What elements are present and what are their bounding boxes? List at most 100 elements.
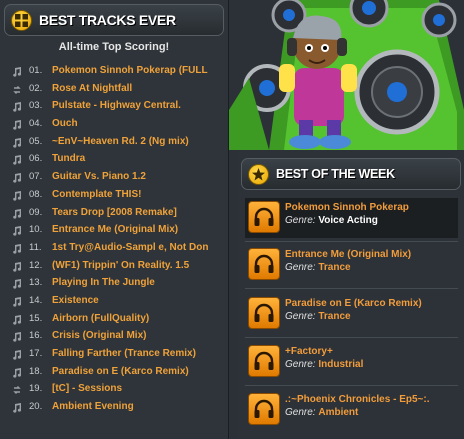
music-note-icon [12,208,22,219]
music-note-icon [12,261,22,272]
divider [245,337,458,338]
music-note-icon [12,331,22,342]
best-of-week-title: BEST OF THE WEEK [276,167,395,181]
music-note-icon [12,243,22,254]
track-row[interactable]: 10. Entrance Me (Original Mix) [0,221,228,239]
track-row[interactable]: 17. Falling Farther (Trance Remix) [0,345,228,363]
week-track-title[interactable]: .:~Phoenix Chronicles - Ep5~:. [285,394,429,405]
track-rank: 07. [29,171,43,183]
headphones-icon [248,345,280,377]
music-note-icon [12,172,22,183]
best-tracks-subtitle: All-time Top Scoring! [58,41,170,53]
music-note-icon [12,137,22,148]
track-name-link[interactable]: Rose At Nightfall [52,80,218,98]
track-row[interactable]: 12. (WF1) Trippin' On Reality. 1.5 [0,257,228,275]
genre-label: Genre: [285,359,316,370]
music-note-icon [12,349,22,360]
genre-value: Trance [318,262,351,273]
track-name-link[interactable]: Tears Drop [2008 Remake] [52,204,218,222]
track-rank: 16. [29,330,43,342]
track-row[interactable]: 01. Pokemon Sinnoh Pokerap (FULL [0,62,228,80]
divider [245,385,458,386]
best-tracks-header: BEST TRACKS EVER [4,4,224,36]
divider [245,241,458,242]
divider [245,288,458,289]
genre-label: Genre: [285,215,316,226]
week-track-title[interactable]: Paradise on E (Karco Remix) [285,298,422,309]
genre-value: Industrial [318,359,364,370]
music-note-icon [12,314,22,325]
genre-label: Genre: [285,311,316,322]
track-row[interactable]: 16. Crisis (Original Mix) [0,327,228,345]
track-row[interactable]: 03. Pulstate - Highway Central. [0,97,228,115]
track-row[interactable]: 04. Ouch [0,115,228,133]
headphones-icon [248,201,280,233]
best-of-week-panel: BEST OF THE WEEK Pokemon Sinnoh Pokerap G… [237,150,464,439]
track-name-link[interactable]: Ambient Evening [52,398,218,416]
track-name-link[interactable]: Pulstate - Highway Central. [52,97,218,115]
track-name-link[interactable]: Entrance Me (Original Mix) [52,221,218,239]
music-note-icon [12,101,22,112]
track-row[interactable]: 13. Playing In The Jungle [0,274,228,292]
track-row[interactable]: 20. Ambient Evening [0,398,228,416]
track-name-link[interactable]: Playing In The Jungle [52,274,218,292]
track-name-link[interactable]: (WF1) Trippin' On Reality. 1.5 [52,257,218,275]
track-name-link[interactable]: Guitar Vs. Piano 1.2 [52,168,218,186]
music-note-icon [12,119,22,130]
track-name-link[interactable]: Pokemon Sinnoh Pokerap (FULL [52,62,218,80]
track-row[interactable]: 09. Tears Drop [2008 Remake] [0,204,228,222]
week-item[interactable]: Paradise on E (Karco Remix) Genre: Trance [245,294,458,334]
week-track-title[interactable]: Pokemon Sinnoh Pokerap [285,202,409,213]
track-row[interactable]: 06. Tundra [0,150,228,168]
loop-icon [12,384,22,395]
grid-icon [11,10,32,31]
track-name-link[interactable]: Contemplate THIS! [52,186,218,204]
track-row[interactable]: 07. Guitar Vs. Piano 1.2 [0,168,228,186]
track-rank: 12. [29,259,43,271]
track-name-link[interactable]: Ouch [52,115,218,133]
track-row[interactable]: 05. ~EnV~Heaven Rd. 2 (Ng mix) [0,133,228,151]
track-name-link[interactable]: Existence [52,292,218,310]
track-row[interactable]: 08. Contemplate THIS! [0,186,228,204]
music-note-icon [12,66,22,77]
track-rank: 13. [29,277,43,289]
week-track-title[interactable]: Entrance Me (Original Mix) [285,249,411,260]
track-row[interactable]: 15. Airborn (FullQuality) [0,310,228,328]
genre-label: Genre: [285,262,316,273]
track-rank: 04. [29,118,43,130]
music-note-icon [12,402,22,413]
best-of-week-header: BEST OF THE WEEK [241,158,461,190]
week-track-genre: Genre: Trance [285,311,351,322]
week-item[interactable]: .:~Phoenix Chronicles - Ep5~:. Genre: Amb… [245,390,458,430]
track-name-link[interactable]: Airborn (FullQuality) [52,310,218,328]
track-row[interactable]: 19. [tC] - Sessions [0,380,228,398]
track-list: 01. Pokemon Sinnoh Pokerap (FULL 02. Rose A… [0,62,228,416]
track-name-link[interactable]: Falling Farther (Trance Remix) [52,345,218,363]
track-name-link[interactable]: ~EnV~Heaven Rd. 2 (Ng mix) [52,133,218,151]
track-rank: 03. [29,100,43,112]
music-note-icon [12,225,22,236]
best-tracks-title: BEST TRACKS EVER [39,12,176,28]
music-note-icon [12,154,22,166]
loop-icon [12,84,22,94]
track-row[interactable]: 11. 1st Try@Audio-Sampl e, Not Don [0,239,228,257]
track-name-link[interactable]: 1st Try@Audio-Sampl e, Not Don [52,239,218,257]
week-track-title[interactable]: +Factory+ [285,346,333,357]
track-name-link[interactable]: Crisis (Original Mix) [52,327,218,345]
track-rank: 18. [29,365,43,377]
week-item[interactable]: Entrance Me (Original Mix) Genre: Trance [245,245,458,285]
track-row[interactable]: 14. Existence [0,292,228,310]
track-rank: 08. [29,188,43,200]
track-name-link[interactable]: Tundra [52,150,218,168]
headphones-icon [248,297,280,329]
music-note-icon [12,190,22,201]
week-track-genre: Genre: Voice Acting [285,215,378,226]
week-item[interactable]: Pokemon Sinnoh Pokerap Genre: Voice Actin… [245,198,458,238]
track-row[interactable]: 02. Rose At Nightfall [0,80,228,98]
track-row[interactable]: 18. Paradise on E (Karco Remix) [0,363,228,381]
track-rank: 19. [29,383,43,395]
track-name-link[interactable]: [tC] - Sessions [52,380,218,398]
genre-label: Genre: [285,407,316,418]
track-name-link[interactable]: Paradise on E (Karco Remix) [52,363,218,381]
week-item[interactable]: +Factory+ Genre: Industrial [245,342,458,382]
